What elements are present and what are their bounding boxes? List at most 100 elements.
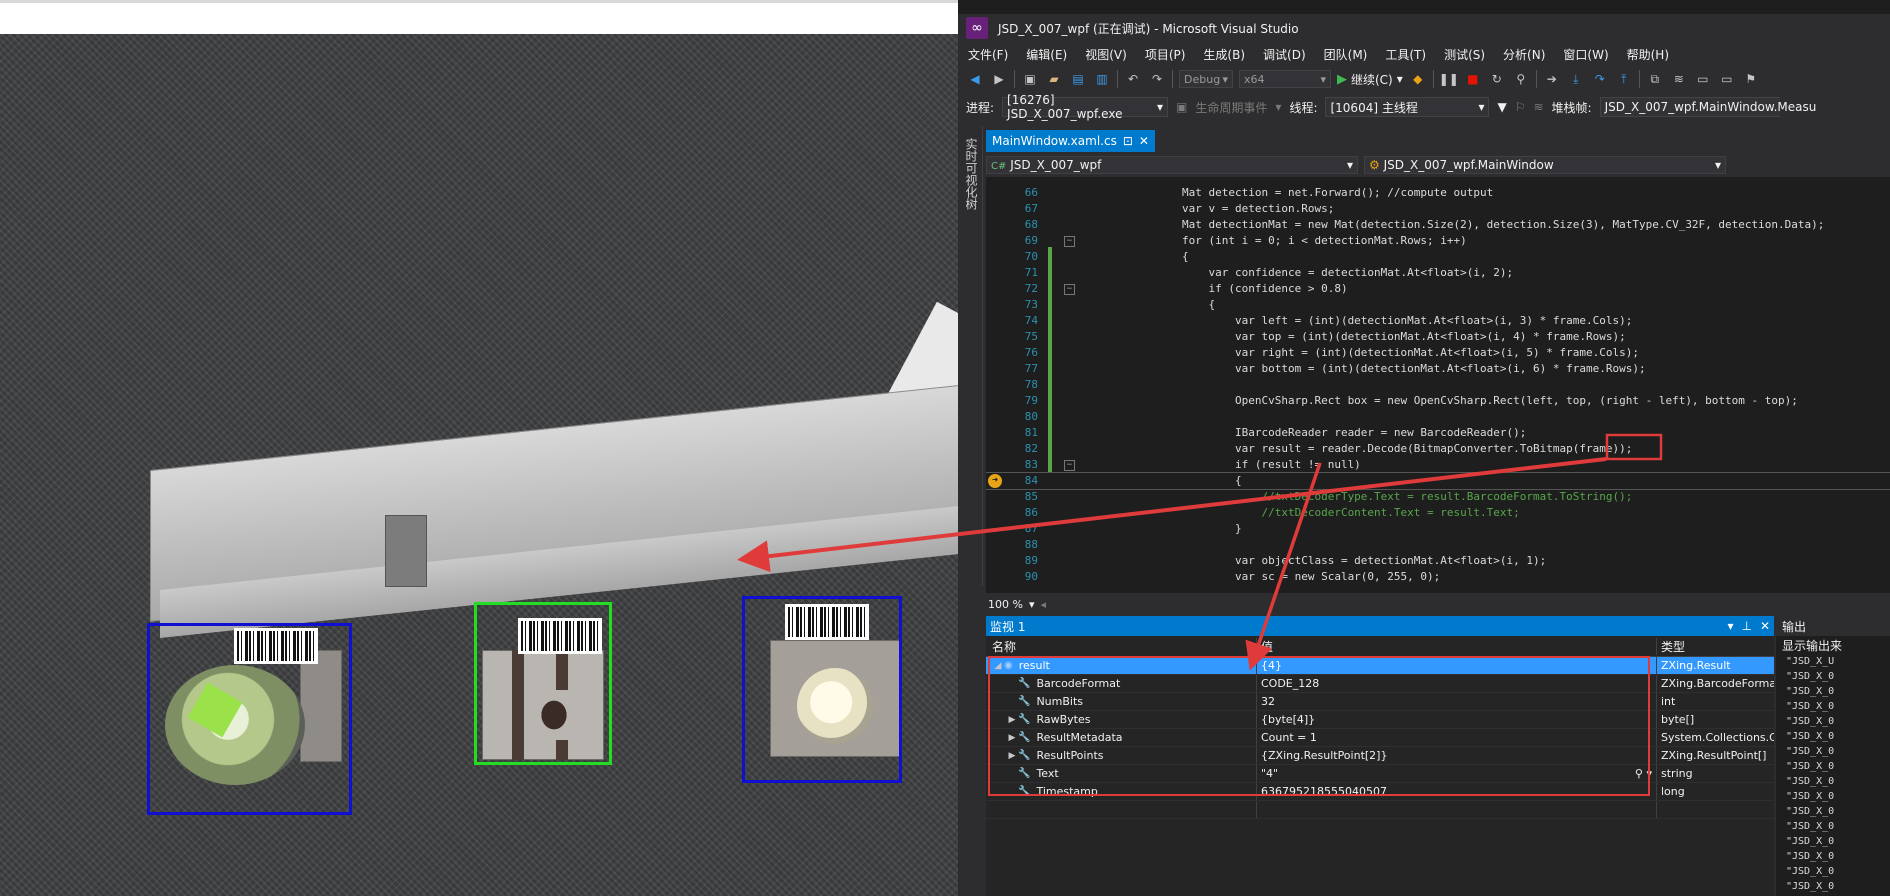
menu-view[interactable]: 视图(V) (1083, 44, 1129, 65)
code-line[interactable]: 68 Mat detectionMat = new Mat(detection.S… (986, 217, 1890, 233)
code-line[interactable]: 89 var objectClass = detectionMat.At<flo… (986, 553, 1890, 569)
attach-icon[interactable]: ⚲ (1512, 70, 1530, 88)
redo-icon[interactable]: ↷ (1148, 70, 1166, 88)
restart-icon[interactable]: ↻ (1488, 70, 1506, 88)
lifecycle-icon: ▣ (1176, 100, 1188, 114)
menu-team[interactable]: 团队(M) (1322, 44, 1370, 65)
current-statement-arrow-icon: ➜ (988, 474, 1002, 488)
stop-icon[interactable]: ■ (1464, 70, 1482, 88)
dropdown-icon[interactable]: ▾ (1727, 619, 1733, 633)
watch-empty-row[interactable] (986, 801, 1774, 819)
pin-icon[interactable]: ⊥ (1741, 619, 1751, 633)
code-line[interactable]: 72 if (confidence > 0.8) − (986, 281, 1890, 297)
class-dropdown[interactable]: ⚙ JSD_X_007_wpf.MainWindow ▾ (1364, 156, 1726, 174)
column-value-header[interactable]: 值 (1256, 637, 1656, 655)
platform-dropdown[interactable]: x64 ▾ (1239, 70, 1331, 88)
show-next-statement-icon[interactable]: ➔ (1543, 70, 1561, 88)
pause-icon[interactable]: ❚❚ (1439, 70, 1459, 88)
solution-config-dropdown[interactable]: Debug ▾ (1179, 70, 1233, 88)
code-line[interactable]: 86 //txtDecoderContent.Text = result.Tex… (986, 505, 1890, 521)
zoom-level[interactable]: 100 % (988, 598, 1023, 611)
code-line[interactable]: 76 var right = (int)(detectionMat.At<flo… (986, 345, 1890, 361)
step-out-icon[interactable]: ⤒ (1615, 70, 1633, 88)
code-line[interactable]: 83 if (result != null) − (986, 457, 1890, 473)
process-dropdown[interactable]: [16276] JSD_X_007_wpf.exe ▾ (1002, 93, 1169, 121)
code-line[interactable]: 88 (986, 537, 1890, 553)
column-type-header[interactable]: 类型 (1656, 637, 1774, 655)
code-line[interactable]: 66 Mat detection = net.Forward(); //compu… (986, 185, 1890, 201)
menu-edit[interactable]: 编辑(E) (1024, 44, 1069, 65)
code-line[interactable]: 84 {➜ (986, 472, 1890, 490)
watch-type-cell: ZXing.ResultPoint[] (1656, 747, 1774, 764)
output-line: "JSD_X_0 (1786, 761, 1835, 772)
detection-box-blue (147, 623, 352, 815)
menu-tools[interactable]: 工具(T) (1383, 44, 1428, 65)
pin-icon[interactable]: ⊡ (1123, 134, 1133, 148)
toolbar-separator (1014, 70, 1015, 88)
filter-icon[interactable]: ▼ (1497, 100, 1506, 114)
hex-display-icon[interactable]: ⧉ (1646, 70, 1664, 88)
line-number: 80 (1024, 410, 1038, 423)
step-over-icon[interactable]: ↷ (1591, 70, 1609, 88)
bookmark-icon[interactable]: ⚑ (1742, 70, 1760, 88)
back-icon[interactable]: ◀ (966, 70, 984, 88)
fold-toggle-icon[interactable]: − (1064, 460, 1075, 471)
code-line[interactable]: 67 var v = detection.Rows; (986, 201, 1890, 217)
code-line[interactable]: 80 (986, 409, 1890, 425)
code-line[interactable]: 85 //txtDecoderType.Text = result.Barcod… (986, 489, 1890, 505)
column-name-header[interactable]: 名称 (986, 638, 1256, 655)
code-line[interactable]: 69 for (int i = 0; i < detectionMat.Rows;… (986, 233, 1890, 249)
lifecycle-events-label[interactable]: 生命周期事件 (1195, 99, 1267, 116)
undo-icon[interactable]: ↶ (1124, 70, 1142, 88)
forward-icon[interactable]: ▶ (990, 70, 1008, 88)
flame-icon[interactable]: ◆ (1409, 70, 1427, 88)
close-icon[interactable]: ✕ (1760, 619, 1770, 633)
menu-project[interactable]: 项目(P) (1143, 44, 1188, 65)
code-line[interactable]: 74 var left = (int)(detectionMat.At<floa… (986, 313, 1890, 329)
code-line[interactable]: 71 var confidence = detectionMat.At<floa… (986, 265, 1890, 281)
watch-type-cell: long (1656, 783, 1774, 800)
code-line[interactable]: 73 { (986, 297, 1890, 313)
menu-help[interactable]: 帮助(H) (1625, 44, 1671, 65)
live-visual-tree-tab[interactable]: 实时可视化树 (958, 126, 983, 586)
menu-window[interactable]: 窗口(W) (1561, 44, 1610, 65)
code-line[interactable]: 82 var result = reader.Decode(BitmapConv… (986, 441, 1890, 457)
tab-mainwindow-xaml-cs[interactable]: MainWindow.xaml.cs ⊡ ✕ (986, 130, 1155, 152)
menu-file[interactable]: 文件(F) (966, 44, 1010, 65)
watch-type-cell: string (1656, 765, 1774, 782)
comment-icon[interactable]: ▭ (1694, 70, 1712, 88)
code-line[interactable]: 87 } (986, 521, 1890, 537)
detection-box-blue-right (742, 596, 902, 783)
save-all-icon[interactable]: ▥ (1093, 70, 1111, 88)
code-line[interactable]: 78 (986, 377, 1890, 393)
code-editor[interactable]: 66 Mat detection = net.Forward(); //compu… (986, 177, 1890, 593)
fold-toggle-icon[interactable]: − (1064, 284, 1075, 295)
new-project-icon[interactable]: ▣ (1021, 70, 1039, 88)
thread-dropdown[interactable]: [10604] 主线程 ▾ (1325, 97, 1490, 117)
fold-toggle-icon[interactable]: − (1064, 236, 1075, 247)
output-line: "JSD_X_0 (1786, 881, 1835, 892)
code-line[interactable]: 77 var bottom = (int)(detectionMat.At<fl… (986, 361, 1890, 377)
project-dropdown[interactable]: C# JSD_X_007_wpf ▾ (986, 156, 1358, 174)
save-icon[interactable]: ▤ (1069, 70, 1087, 88)
code-line[interactable]: 81 IBarcodeReader reader = new BarcodeRe… (986, 425, 1890, 441)
uncomment-icon[interactable]: ▭ (1718, 70, 1736, 88)
menu-build[interactable]: 生成(B) (1201, 44, 1247, 65)
menu-analyze[interactable]: 分析(N) (1501, 44, 1547, 65)
menu-debug[interactable]: 调试(D) (1261, 44, 1308, 65)
scroll-left-icon[interactable]: ◂ (1040, 598, 1046, 611)
continue-button[interactable]: ▶ 继续(C) ▾ (1337, 71, 1403, 88)
menu-test[interactable]: 测试(S) (1442, 44, 1487, 65)
threads-icon[interactable]: ≋ (1670, 70, 1688, 88)
code-line[interactable]: 90 var sc = new Scalar(0, 255, 0); (986, 569, 1890, 585)
close-icon[interactable]: ✕ (1139, 134, 1149, 148)
code-line[interactable]: 79 OpenCvSharp.Rect box = new OpenCvShar… (986, 393, 1890, 409)
code-line[interactable]: 75 var top = (int)(detectionMat.At<float… (986, 329, 1890, 345)
step-into-icon[interactable]: ⤓ (1567, 70, 1585, 88)
threads-toggle-icon[interactable]: ≋ (1533, 100, 1543, 114)
stack-frame-dropdown[interactable]: JSD_X_007_wpf.MainWindow.Measu (1599, 97, 1816, 117)
open-folder-icon[interactable]: ▰ (1045, 70, 1063, 88)
code-text: var sc = new Scalar(0, 255, 0); (1182, 570, 1441, 583)
flag-icon[interactable]: ⚐ (1515, 100, 1526, 114)
code-line[interactable]: 70 { (986, 249, 1890, 265)
